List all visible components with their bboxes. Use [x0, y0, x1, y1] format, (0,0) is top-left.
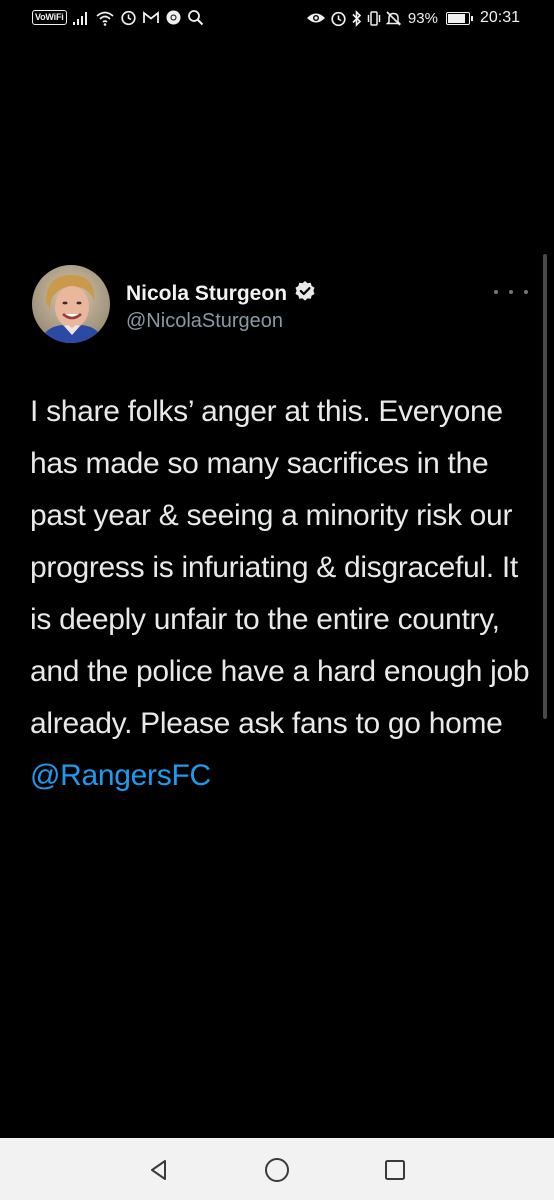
status-bar-left: VoWiFi — [32, 9, 204, 26]
recents-icon[interactable] — [381, 1156, 409, 1184]
scrollbar[interactable] — [543, 254, 547, 719]
chrome-icon — [165, 9, 182, 26]
eye-icon — [306, 11, 326, 25]
verified-badge-icon — [294, 280, 316, 308]
more-options-icon[interactable] — [494, 284, 528, 300]
tweet-text: I share folks’ anger at this. Everyone h… — [30, 386, 530, 802]
clock: 20:31 — [479, 9, 520, 26]
home-icon[interactable] — [263, 1156, 291, 1184]
signal-icon — [72, 11, 90, 25]
battery-percent: 93% — [407, 9, 438, 27]
status-bar: VoWiFi 93% 20:31 — [0, 0, 554, 40]
mute-icon — [385, 10, 402, 27]
wifi-icon — [95, 10, 115, 26]
display-name[interactable]: Nicola Sturgeon — [126, 280, 316, 308]
gmail-icon — [142, 10, 160, 25]
vowifi-badge: VoWiFi — [32, 10, 67, 25]
alarm-icon — [330, 10, 347, 27]
status-bar-right: 93% 20:31 — [306, 9, 520, 27]
battery-icon — [445, 11, 473, 25]
vibrate-icon — [367, 10, 381, 27]
battery-level — [447, 13, 465, 23]
tweet-body: I share folks’ anger at this. Everyone h… — [30, 395, 530, 740]
handle[interactable]: @NicolaSturgeon — [126, 310, 283, 333]
display-name-text: Nicola Sturgeon — [126, 282, 288, 305]
navigation-bar — [0, 1138, 554, 1200]
search-icon — [187, 9, 204, 26]
bluetooth-icon — [351, 9, 363, 27]
mention-link[interactable]: @RangersFC — [30, 759, 211, 792]
alarm-icon — [120, 9, 137, 26]
back-icon[interactable] — [145, 1156, 173, 1184]
avatar[interactable] — [32, 265, 110, 343]
